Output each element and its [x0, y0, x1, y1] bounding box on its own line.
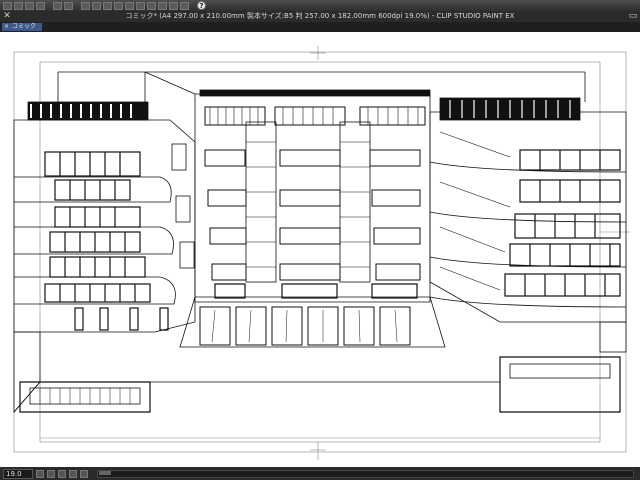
snap-special-icon[interactable]	[180, 1, 189, 10]
clear-icon[interactable]	[92, 1, 101, 10]
close-window-icon[interactable]: ✕	[2, 11, 12, 22]
building-line-art	[13, 46, 630, 460]
transform-icon[interactable]	[81, 1, 90, 10]
redo-icon[interactable]	[64, 1, 73, 10]
flip-icon[interactable]	[80, 469, 88, 478]
undo-icon[interactable]	[53, 1, 62, 10]
layer-icon[interactable]	[114, 1, 123, 10]
ruler-icon[interactable]	[136, 1, 145, 10]
tab-comic[interactable]: × コミック	[2, 23, 43, 31]
courtyard-parking	[13, 296, 500, 413]
fit-view-icon[interactable]	[58, 469, 66, 478]
new-file-icon[interactable]	[14, 1, 23, 10]
tab-close-icon[interactable]: ×	[4, 23, 9, 31]
grid-icon[interactable]	[158, 1, 167, 10]
selection-icon[interactable]	[125, 1, 134, 10]
canvas-paper[interactable]	[0, 32, 640, 467]
window-titlebar: コミック* (A4 297.00 x 210.00mm 製本サイズ:B5 判 2…	[0, 11, 640, 22]
rotate-icon[interactable]	[69, 469, 77, 478]
zoom-out-icon[interactable]	[36, 469, 44, 478]
center-building	[144, 71, 431, 303]
foreground-structures	[13, 321, 627, 414]
fill-icon[interactable]	[103, 1, 112, 10]
tab-label: コミック	[12, 23, 37, 30]
zoom-level[interactable]: 19.0	[3, 468, 33, 479]
main-toolbar: ?	[0, 0, 640, 11]
left-building	[13, 101, 196, 333]
snap-icon[interactable]	[147, 1, 156, 10]
close-icon[interactable]	[3, 1, 12, 10]
save-icon[interactable]	[36, 1, 45, 10]
right-building	[429, 97, 627, 323]
zoom-in-icon[interactable]	[47, 469, 55, 478]
open-file-icon[interactable]	[25, 1, 34, 10]
status-bar: 19.0	[0, 467, 640, 480]
maximize-window-icon[interactable]: ▭	[628, 11, 638, 22]
scrollbar-thumb[interactable]	[99, 470, 111, 475]
canvas-area[interactable]	[0, 32, 640, 467]
horizontal-scrollbar[interactable]	[97, 469, 634, 478]
document-tabbar: × コミック	[0, 22, 640, 32]
perspective-icon[interactable]	[169, 1, 178, 10]
help-icon[interactable]: ?	[197, 1, 206, 10]
window-title: コミック* (A4 297.00 x 210.00mm 製本サイズ:B5 判 2…	[125, 12, 515, 20]
